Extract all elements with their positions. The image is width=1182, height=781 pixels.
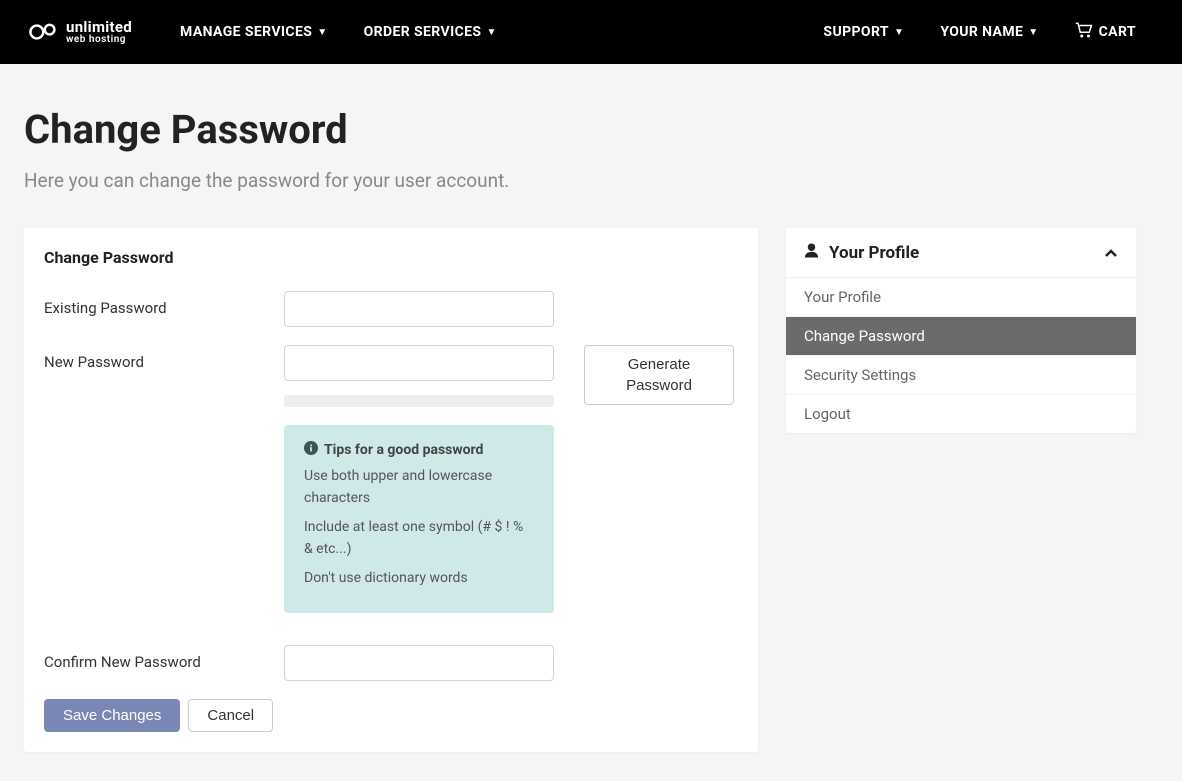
generate-password-button[interactable]: Generate Password	[584, 345, 734, 405]
nav-label: MANAGE SERVICES	[180, 24, 312, 40]
confirm-password-label: Confirm New Password	[44, 645, 284, 681]
new-password-label: New Password	[44, 345, 284, 613]
sidebar-column: Your Profile Your Profile Change Passwor…	[786, 228, 1136, 752]
tip-1: Use both upper and lowercase characters	[304, 465, 534, 510]
nav-right: SUPPORT ▼ YOUR NAME ▼ CART	[805, 14, 1154, 50]
sidebar-title: Your Profile	[829, 243, 919, 263]
sidebar-item-label: Your Profile	[804, 288, 881, 306]
logo[interactable]: unlimited web hosting	[28, 20, 132, 45]
tip-2: Include at least one symbol (# $ ! % & e…	[304, 516, 534, 561]
sidebar-item-label: Change Password	[804, 327, 925, 345]
infinity-icon	[28, 20, 60, 44]
main-container: Change Password Here you can change the …	[0, 64, 1160, 776]
confirm-password-input[interactable]	[284, 645, 554, 681]
sidebar-item-label: Logout	[804, 405, 851, 423]
password-tips-alert: Tips for a good password Use both upper …	[284, 425, 554, 613]
content-row: Change Password Existing Password New Pa…	[24, 228, 1136, 752]
confirm-password-row: Confirm New Password	[44, 645, 738, 681]
existing-password-input[interactable]	[284, 291, 554, 327]
nav-label: CART	[1099, 24, 1136, 40]
chevron-down-icon: ▼	[317, 27, 327, 38]
sidebar-header[interactable]: Your Profile	[786, 228, 1136, 278]
sidebar-item-logout[interactable]: Logout	[786, 395, 1136, 433]
nav-left: MANAGE SERVICES ▼ ORDER SERVICES ▼	[162, 16, 515, 48]
info-icon	[304, 441, 318, 459]
change-password-card: Change Password Existing Password New Pa…	[24, 228, 758, 752]
logo-text: unlimited web hosting	[66, 20, 132, 45]
profile-sidebar-card: Your Profile Your Profile Change Passwor…	[786, 228, 1136, 433]
sidebar-item-security-settings[interactable]: Security Settings	[786, 356, 1136, 395]
new-password-input[interactable]	[284, 345, 554, 381]
sidebar-item-change-password[interactable]: Change Password	[786, 317, 1136, 356]
sidebar-list: Your Profile Change Password Security Se…	[786, 278, 1136, 433]
form-actions: Save Changes Cancel	[44, 699, 738, 732]
nav-label: YOUR NAME	[940, 24, 1023, 40]
nav-manage-services[interactable]: MANAGE SERVICES ▼	[168, 16, 340, 48]
navbar: unlimited web hosting MANAGE SERVICES ▼ …	[0, 0, 1182, 64]
existing-password-row: Existing Password	[44, 291, 738, 327]
chevron-down-icon: ▼	[894, 27, 904, 38]
page-title: Change Password	[24, 106, 1136, 153]
nav-label: SUPPORT	[823, 24, 889, 40]
card-title: Change Password	[44, 248, 738, 267]
tips-title: Tips for a good password	[324, 442, 483, 458]
nav-label: ORDER SERVICES	[364, 24, 482, 40]
sidebar-item-label: Security Settings	[804, 366, 916, 384]
password-strength-bar	[284, 395, 554, 407]
nav-order-services[interactable]: ORDER SERVICES ▼	[352, 16, 509, 48]
tip-3: Don't use dictionary words	[304, 567, 534, 589]
chevron-down-icon: ▼	[1028, 27, 1038, 38]
user-icon	[804, 242, 819, 263]
existing-password-label: Existing Password	[44, 291, 284, 327]
tips-title-row: Tips for a good password	[304, 441, 534, 459]
new-password-row: New Password Tips for a good password	[44, 345, 738, 613]
logo-text-top: unlimited	[66, 20, 132, 35]
nav-cart[interactable]: CART	[1063, 14, 1148, 50]
cart-icon	[1075, 22, 1093, 42]
save-button[interactable]: Save Changes	[44, 699, 180, 732]
nav-support[interactable]: SUPPORT ▼	[811, 16, 916, 48]
main-column: Change Password Existing Password New Pa…	[24, 228, 758, 752]
sidebar-item-your-profile[interactable]: Your Profile	[786, 278, 1136, 317]
cancel-button[interactable]: Cancel	[188, 699, 273, 732]
logo-text-bottom: web hosting	[66, 35, 132, 45]
chevron-up-icon	[1104, 243, 1118, 262]
page-subtitle: Here you can change the password for you…	[24, 169, 1136, 192]
nav-your-name[interactable]: YOUR NAME ▼	[928, 16, 1050, 48]
chevron-down-icon: ▼	[486, 27, 496, 38]
